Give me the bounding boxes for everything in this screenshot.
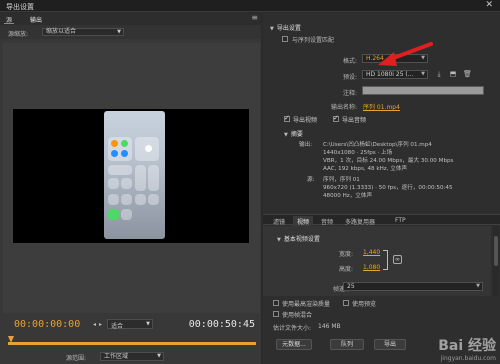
watermark: Bai 经验 jingyan.baidu.com	[438, 335, 496, 362]
frame-blend-label: 使用帧混合	[282, 312, 313, 319]
export-video-label: 导出视频	[293, 117, 318, 124]
timeline-scrubber[interactable]	[8, 336, 256, 346]
video-settings-area: ▼基本视频设置 宽度: 1,440 高度: 1,080 ∞ 帧速率: 25 ▼	[263, 226, 491, 296]
step-back-icon[interactable]: ◂	[93, 321, 96, 328]
summary-source-label: 源:	[307, 177, 315, 183]
source-scaling-dropdown[interactable]: 缩放以适合 ▼	[42, 28, 124, 36]
tab-ftp[interactable]: FTP	[391, 216, 410, 225]
video-preview	[3, 43, 260, 313]
source-range-dropdown[interactable]: 工作区域 ▼	[100, 352, 164, 361]
basic-video-header[interactable]: ▼ 基本视频设置	[277, 234, 320, 243]
title-bar: 导出设置 ✕	[0, 0, 500, 12]
source-range-label: 源范围:	[66, 355, 87, 362]
frame-rate-value: 25	[347, 283, 355, 290]
render-options: 使用最高渲染质量 使用预览 使用帧混合 估计文件大小: 146 MB	[263, 297, 500, 337]
preview-image	[104, 111, 165, 239]
aspect-bracket	[383, 250, 388, 270]
match-sequence-label: 与序列设置匹配	[292, 37, 335, 44]
comments-label: 注释:	[342, 90, 357, 97]
estimated-size-value: 146 MB	[318, 323, 341, 330]
import-preset-icon[interactable]: ⬒	[449, 70, 457, 78]
output-name-label: 输出名称:	[330, 104, 357, 111]
chain-link-icon[interactable]: ∞	[393, 255, 402, 264]
chevron-down-icon: ▼	[157, 353, 161, 359]
close-icon[interactable]: ✕	[485, 0, 493, 11]
settings-scrollbar[interactable]	[493, 226, 499, 296]
output-name-link[interactable]: 序列 01.mp4	[363, 102, 400, 111]
source-scaling-label: 源缩放:	[8, 31, 29, 38]
save-preset-icon[interactable]: ⤓	[435, 70, 443, 78]
match-sequence-checkbox[interactable]	[282, 36, 288, 42]
chevron-down-icon: ▼	[117, 29, 121, 35]
timecode-bar: 00:00:00:00 ◂ ▸ 适合 ▼ 00:00:50:45	[0, 313, 261, 337]
work-area-bar[interactable]	[8, 342, 256, 345]
source-range-value: 工作区域	[104, 353, 129, 360]
chevron-down-icon: ▼	[421, 71, 425, 77]
height-value[interactable]: 1,080	[363, 264, 380, 271]
preset-label: 预设:	[342, 74, 357, 81]
watermark-text: Bai 经验	[438, 338, 496, 354]
max-render-label: 使用最高渲染质量	[282, 301, 331, 308]
step-forward-icon[interactable]: ▸	[99, 321, 102, 328]
export-button[interactable]: 导出	[374, 339, 406, 350]
collapse-triangle-icon: ▼	[277, 237, 281, 243]
export-audio-label: 导出音频	[342, 117, 367, 124]
width-label: 宽度:	[338, 251, 353, 258]
export-audio-checkbox[interactable]	[333, 114, 339, 122]
height-label: 高度:	[338, 266, 353, 273]
annotation-arrow	[378, 42, 433, 66]
summary-output-line: 1440x1080 · 25fps · 上场	[323, 150, 393, 156]
zoom-fit-value: 适合	[111, 323, 124, 330]
summary-source-line: 48000 Hz，立体声	[323, 193, 373, 199]
max-render-checkbox[interactable]	[273, 300, 279, 306]
duration-timecode: 00:00:50:45	[188, 319, 255, 330]
source-range-bar: 源范围: 工作区域 ▼	[0, 350, 261, 364]
use-preview-label: 使用预览	[352, 301, 377, 308]
preset-dropdown[interactable]: HD 1080i 25 (... ▼	[362, 70, 428, 79]
summary-header[interactable]: ▼ 摘要	[284, 129, 303, 138]
preset-value: HD 1080i 25 (...	[366, 71, 414, 78]
comments-input[interactable]	[362, 86, 484, 95]
tab-underline	[4, 23, 14, 24]
scrollbar-thumb[interactable]	[494, 236, 498, 266]
metadata-button[interactable]: 元数据...	[276, 339, 312, 350]
watermark-sub: jingyan.baidu.com	[440, 355, 496, 362]
estimated-size-label: 估计文件大小:	[273, 325, 312, 332]
current-timecode[interactable]: 00:00:00:00	[14, 319, 80, 330]
summary-output-line: C:\Users\凹凸杨虹\Desktop\序列 01.mp4	[323, 142, 432, 148]
window-title: 导出设置	[6, 3, 34, 11]
source-scaling-value: 缩放以适合	[46, 28, 77, 35]
collapse-triangle-icon: ▼	[270, 26, 274, 32]
use-preview-checkbox[interactable]	[343, 300, 349, 306]
chevron-down-icon: ▼	[476, 283, 480, 289]
width-value[interactable]: 1,440	[363, 249, 380, 256]
delete-preset-icon[interactable]: 🗑	[463, 70, 472, 78]
video-frame	[13, 109, 249, 243]
collapse-triangle-icon: ▼	[284, 132, 288, 138]
format-label: 格式:	[342, 58, 357, 65]
summary-output-line: VBR，1 次，目标 24.00 Mbps，最大 30.00 Mbps	[323, 158, 454, 164]
queue-button[interactable]: 队列	[330, 339, 364, 350]
export-video-checkbox[interactable]	[284, 114, 290, 122]
zoom-fit-dropdown[interactable]: 适合 ▼	[107, 319, 153, 330]
summary-output-label: 输出:	[299, 142, 313, 148]
summary-output-line: AAC, 192 kbps, 48 kHz, 立体声	[323, 166, 408, 172]
source-scaling-bar: 源缩放: 缩放以适合 ▼	[0, 25, 261, 39]
export-settings-header[interactable]: ▼ 导出设置	[270, 23, 301, 32]
panel-menu-icon[interactable]: ≡	[251, 13, 258, 22]
summary-source-line: 960x720 (1.3333) · 50 fps，逐行，00:00:50:45	[323, 185, 453, 191]
frame-rate-dropdown[interactable]: 25 ▼	[343, 282, 483, 291]
preview-tabs: 源 输出 ≡	[0, 13, 261, 25]
settings-tabs: 滤镜 视频 音频 多路复用器 FTP	[263, 214, 500, 227]
preview-panel: 源 输出 ≡ 源缩放: 缩放以适合 ▼ 00:00:00:00 ◂ ▸ 适合 ▼…	[0, 13, 261, 364]
chevron-down-icon: ▼	[146, 321, 150, 327]
summary-source-line: 序列，序列 01	[323, 177, 360, 183]
frame-blend-checkbox[interactable]	[273, 311, 279, 317]
tab-output[interactable]: 输出	[30, 15, 42, 24]
